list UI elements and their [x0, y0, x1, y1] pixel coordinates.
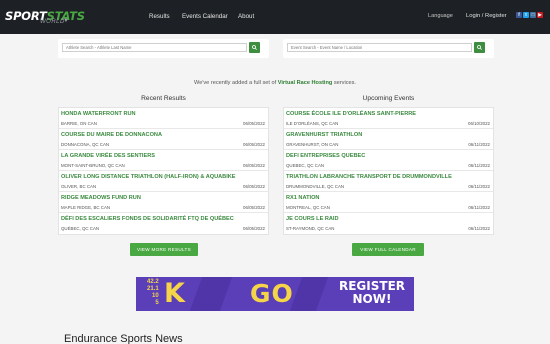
event-location: GRAVENHURST, ON CAN: [286, 142, 339, 147]
twitter-icon[interactable]: t: [523, 12, 529, 18]
list-item[interactable]: COURSE ÉCOLE ILE D'ORLÉANS SAINT-PIERRE …: [284, 108, 493, 129]
nav-about-link[interactable]: About: [238, 13, 254, 20]
event-name-link[interactable]: RIDGE MEADOWS FUND RUN: [61, 195, 141, 201]
event-name-link[interactable]: COURSE DU MAIRE DE DONNACONA: [61, 132, 162, 138]
event-date: 06/10/2022: [468, 121, 490, 126]
banner-distance: 10: [152, 293, 159, 299]
event-location: OLIVER, BC CAN: [61, 184, 97, 189]
language-selector[interactable]: Language: [428, 13, 453, 19]
banner-register-line2: NOW!: [352, 292, 392, 306]
event-name-link[interactable]: LA GRANDE VIRÉE DES SENTIERS: [61, 153, 155, 159]
banner-register-text: REGISTER NOW!: [336, 280, 408, 306]
sportstats-logo[interactable]: SPORTSTATS WORLD ▼: [5, 7, 85, 25]
event-name-link[interactable]: DÉFI DES ESCALIERS FONDS DE SOLIDARITÉ F…: [61, 216, 234, 222]
virtual-race-hosting-link[interactable]: Virtual Race Hosting: [278, 80, 333, 86]
athlete-search-panel: [58, 39, 269, 58]
event-date: 06/11/2022: [468, 163, 490, 168]
event-date: 06/05/2022: [243, 205, 265, 210]
facebook-icon[interactable]: f: [516, 12, 522, 18]
logo-world-text: WORLD: [40, 19, 65, 25]
list-item[interactable]: LA GRANDE VIRÉE DES SENTIERS MONT-SAINT-…: [59, 150, 268, 171]
event-date: 06/11/2022: [468, 142, 490, 147]
event-date: 06/05/2022: [243, 163, 265, 168]
event-date: 06/11/2022: [468, 226, 490, 231]
promo-text-after: services.: [332, 80, 356, 86]
event-date: 06/11/2022: [468, 184, 490, 189]
event-date: 06/05/2022: [243, 226, 265, 231]
banner-distance: 5: [155, 300, 159, 306]
top-navigation-bar: SPORTSTATS WORLD ▼ Results Events Calend…: [0, 0, 550, 34]
event-search-panel: [283, 39, 494, 58]
event-location: QUÉBEC, QC CAN: [61, 226, 100, 231]
event-location: DONNACONA, QC CAN: [61, 142, 110, 147]
event-search-button[interactable]: [474, 42, 485, 53]
upcoming-events-heading: Upcoming Events: [362, 95, 415, 102]
list-item[interactable]: RIDGE MEADOWS FUND RUN MAPLE RIDGE, BC C…: [59, 192, 268, 213]
recent-results-list: HONDA WATERFRONT RUN BARRIE, ON CAN 06/0…: [58, 107, 269, 235]
view-more-results-button[interactable]: VIEW MORE RESULTS: [130, 243, 198, 256]
athlete-search-button[interactable]: [249, 42, 260, 53]
list-item[interactable]: GRAVENHURST TRIATHLON GRAVENHURST, ON CA…: [284, 129, 493, 150]
endurance-sports-news-heading: Endurance Sports News: [64, 333, 183, 344]
event-location: DRUMMONDVILLE, QC CAN: [286, 184, 345, 189]
youtube-icon[interactable]: ▶: [537, 12, 543, 18]
list-item[interactable]: DÉFI DES ESCALIERS FONDS DE SOLIDARITÉ F…: [59, 213, 268, 234]
banner-stripe: [289, 277, 329, 311]
list-item[interactable]: HONDA WATERFRONT RUN BARRIE, ON CAN 06/0…: [59, 108, 268, 129]
event-location: QUEBEC, QC CAN: [286, 163, 325, 168]
event-date: 06/05/2022: [243, 121, 265, 126]
event-name-link[interactable]: DEFI ENTREPRISES QUEBEC: [286, 153, 365, 159]
nav-results-link[interactable]: Results: [149, 13, 170, 20]
list-item[interactable]: JE COURS LE RAID ST-RAYMOND, QC CAN 06/1…: [284, 213, 493, 234]
list-item[interactable]: TRIATHLON LABRANCHE TRANSPORT DE DRUMMON…: [284, 171, 493, 192]
event-name-link[interactable]: OLIVER LONG DISTANCE TRIATHLON (HALF-IRO…: [61, 174, 236, 180]
promo-text-before: We've recently added a full set of: [194, 80, 278, 86]
recent-results-heading: Recent Results: [141, 95, 186, 102]
chevron-down-icon[interactable]: ▼: [63, 18, 69, 24]
event-name-link[interactable]: RX1 NATION: [286, 195, 319, 201]
list-item[interactable]: DEFI ENTREPRISES QUEBEC QUEBEC, QC CAN 0…: [284, 150, 493, 171]
event-location: ST-RAYMOND, QC CAN: [286, 226, 335, 231]
event-name-link[interactable]: JE COURS LE RAID: [286, 216, 339, 222]
event-date: 06/11/2022: [468, 205, 490, 210]
event-location: MAPLE RIDGE, BC CAN: [61, 205, 111, 210]
event-name-link[interactable]: HONDA WATERFRONT RUN: [61, 111, 136, 117]
event-date: 06/05/2022: [243, 184, 265, 189]
banner-distance: 42.2: [147, 279, 159, 285]
event-location: BARRIE, ON CAN: [61, 121, 97, 126]
search-icon: [252, 45, 257, 50]
list-item[interactable]: OLIVER LONG DISTANCE TRIATHLON (HALF-IRO…: [59, 171, 268, 192]
list-item[interactable]: COURSE DU MAIRE DE DONNACONA DONNACONA, …: [59, 129, 268, 150]
event-name-link[interactable]: TRIATHLON LABRANCHE TRANSPORT DE DRUMMON…: [286, 174, 452, 180]
login-register-link[interactable]: Login / Register: [466, 13, 507, 19]
athlete-search-input[interactable]: [62, 43, 247, 52]
banner-go-text: GO: [250, 279, 294, 308]
banner-distances: 42.2 21.1 10 5: [147, 279, 159, 307]
promo-text: We've recently added a full set of Virtu…: [0, 80, 550, 86]
instagram-icon[interactable]: □: [530, 12, 536, 18]
event-date: 06/05/2022: [243, 142, 265, 147]
event-location: MONT-SAINT-BRUNO, QC CAN: [61, 163, 125, 168]
view-full-calendar-button[interactable]: VIEW FULL CALENDAR: [352, 243, 424, 256]
event-name-link[interactable]: COURSE ÉCOLE ILE D'ORLÉANS SAINT-PIERRE: [286, 111, 416, 117]
event-location: ILE D'ORLÉANS, QC CAN: [286, 121, 339, 126]
banner-distance: 21.1: [147, 286, 159, 292]
banner-stripe: [189, 277, 233, 311]
list-item[interactable]: RX1 NATION MONTREAL, QC CAN 06/11/2022: [284, 192, 493, 213]
event-location: MONTREAL, QC CAN: [286, 205, 330, 210]
ad-banner[interactable]: 42.2 21.1 10 5 K GO REGISTER NOW!: [136, 277, 414, 311]
event-name-link[interactable]: GRAVENHURST TRIATHLON: [286, 132, 362, 138]
banner-k-text: K: [164, 278, 185, 309]
upcoming-events-list: COURSE ÉCOLE ILE D'ORLÉANS SAINT-PIERRE …: [283, 107, 494, 235]
event-search-input[interactable]: [287, 43, 472, 52]
search-icon: [477, 45, 482, 50]
nav-events-calendar-link[interactable]: Events Calendar: [182, 13, 228, 20]
